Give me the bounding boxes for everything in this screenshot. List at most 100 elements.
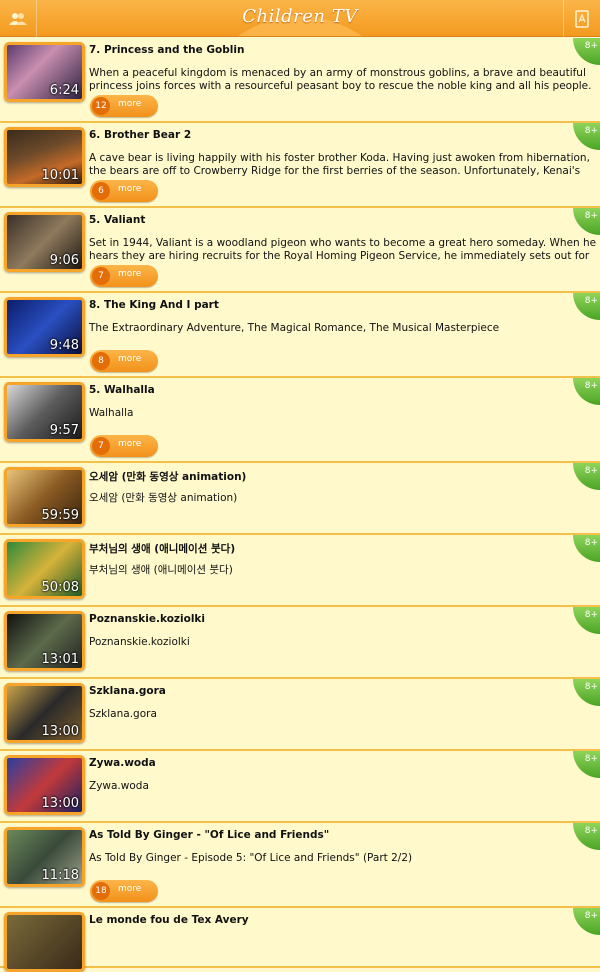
age-rating-badge: 8+ — [573, 378, 600, 405]
video-thumbnail[interactable]: 10:01 — [4, 127, 85, 187]
age-rating-text: 8+ — [584, 911, 598, 921]
age-rating-badge: 8+ — [573, 208, 600, 235]
video-description: A cave bear is living happily with his f… — [89, 152, 590, 177]
video-row[interactable]: 10:01 6. Brother Bear 2 A cave bear is liv… — [0, 123, 600, 208]
age-rating-badge: 8+ — [573, 751, 600, 778]
video-thumbnail[interactable]: 50:08 — [4, 539, 85, 599]
video-row[interactable]: 9:06 5. Valiant Set in 1944, Valiant is a … — [0, 208, 600, 293]
more-count-badge: 18 — [92, 882, 110, 900]
age-rating-text: 8+ — [584, 538, 598, 548]
video-title[interactable]: Zywa.woda — [89, 757, 570, 769]
video-description: As Told By Ginger - Episode 5: "Of Lice … — [89, 852, 413, 864]
more-button[interactable]: 6 more — [90, 180, 158, 202]
video-description: Set in 1944, Valiant is a woodland pigeo… — [89, 237, 597, 262]
video-title[interactable]: 7. Princess and the Goblin — [89, 44, 570, 56]
video-thumbnail[interactable]: 9:48 — [4, 297, 85, 357]
more-button[interactable]: 7 more — [90, 435, 158, 457]
age-rating-badge: 8+ — [573, 535, 600, 562]
video-title[interactable]: Le monde fou de Tex Avery — [89, 914, 570, 926]
video-duration: 10:01 — [41, 168, 79, 183]
video-row[interactable]: 13:01 Poznanskie.koziolki Poznanskie.kozio… — [0, 607, 600, 679]
video-duration: 9:48 — [49, 338, 79, 353]
more-button[interactable]: 8 more — [90, 350, 158, 372]
age-rating-badge: 8+ — [573, 679, 600, 706]
video-row[interactable]: 11:18 As Told By Ginger - "Of Lice and Fr… — [0, 823, 600, 908]
age-rating-text: 8+ — [584, 610, 598, 620]
age-rating-text: 8+ — [584, 41, 598, 51]
age-rating-text: 8+ — [584, 754, 598, 764]
video-row[interactable]: 6:24 7. Princess and the Goblin When a pea… — [0, 38, 600, 123]
book-icon — [575, 9, 589, 28]
video-thumbnail[interactable] — [4, 912, 85, 972]
age-rating-text: 8+ — [584, 466, 598, 476]
video-title[interactable]: Poznanskie.koziolki — [89, 613, 570, 625]
video-row[interactable]: 50:08 부처님의 생애 (애니메이션 붓다) 부처님의 생애 (애니메이션 붓다… — [0, 535, 600, 607]
video-thumbnail[interactable]: 9:06 — [4, 212, 85, 272]
video-title[interactable]: 5. Walhalla — [89, 384, 570, 396]
video-title[interactable]: As Told By Ginger - "Of Lice and Friends… — [89, 829, 570, 841]
video-row[interactable]: 13:00 Szklana.gora Szklana.gora 8+ — [0, 679, 600, 751]
age-rating-text: 8+ — [584, 296, 598, 306]
more-button[interactable]: 18 more — [90, 880, 158, 902]
more-label: more — [118, 184, 142, 194]
video-duration: 6:24 — [49, 83, 79, 98]
more-count-badge: 6 — [92, 182, 110, 200]
video-description: 오세암 (만화 동영상 animation) — [89, 492, 238, 504]
video-title[interactable]: Szklana.gora — [89, 685, 570, 697]
more-label: more — [118, 354, 142, 364]
video-duration: 13:00 — [41, 724, 79, 739]
age-rating-badge: 8+ — [573, 823, 600, 850]
video-title[interactable]: 오세암 (만화 동영상 animation) — [89, 469, 570, 484]
video-description: Szklana.gora — [89, 708, 157, 720]
more-count-badge: 8 — [92, 352, 110, 370]
video-description: Poznanskie.koziolki — [89, 636, 190, 648]
users-button[interactable] — [0, 0, 37, 37]
age-rating-badge: 8+ — [573, 38, 600, 65]
video-description: When a peaceful kingdom is menaced by an… — [89, 67, 592, 92]
more-count-badge: 7 — [92, 437, 110, 455]
more-label: more — [118, 269, 142, 279]
age-rating-text: 8+ — [584, 826, 598, 836]
age-rating-text: 8+ — [584, 126, 598, 136]
video-duration: 9:06 — [49, 253, 79, 268]
more-label: more — [118, 439, 142, 449]
more-count-badge: 12 — [92, 97, 110, 115]
age-rating-badge: 8+ — [573, 607, 600, 634]
video-description: The Extraordinary Adventure, The Magical… — [89, 322, 500, 334]
video-duration: 9:57 — [49, 423, 79, 438]
video-row[interactable]: Le monde fou de Tex Avery 8+ — [0, 908, 600, 972]
video-duration: 50:08 — [41, 580, 79, 595]
video-title[interactable]: 부처님의 생애 (애니메이션 붓다) — [89, 541, 570, 556]
age-rating-badge: 8+ — [573, 463, 600, 490]
video-row[interactable]: 9:48 8. The King And I part The Extraordin… — [0, 293, 600, 378]
video-row[interactable]: 59:59 오세암 (만화 동영상 animation) 오세암 (만화 동영상 a… — [0, 463, 600, 535]
video-thumbnail[interactable]: 13:01 — [4, 611, 85, 671]
more-button[interactable]: 7 more — [90, 265, 158, 287]
video-thumbnail[interactable]: 13:00 — [4, 755, 85, 815]
age-rating-badge: 8+ — [573, 123, 600, 150]
age-rating-text: 8+ — [584, 211, 598, 221]
video-thumbnail[interactable]: 9:57 — [4, 382, 85, 442]
video-description: 부처님의 생애 (애니메이션 붓다) — [89, 564, 233, 576]
video-duration: 13:01 — [41, 652, 79, 667]
age-rating-text: 8+ — [584, 682, 598, 692]
book-button[interactable] — [563, 0, 600, 37]
age-rating-badge: 8+ — [573, 908, 600, 935]
video-title[interactable]: 6. Brother Bear 2 — [89, 129, 570, 141]
video-thumbnail[interactable]: 59:59 — [4, 467, 85, 527]
video-row[interactable]: 13:00 Zywa.woda Zywa.woda 8+ — [0, 751, 600, 823]
video-thumbnail[interactable]: 11:18 — [4, 827, 85, 887]
app-header: Children TV — [0, 0, 600, 37]
video-duration: 59:59 — [41, 508, 79, 523]
video-thumbnail[interactable]: 13:00 — [4, 683, 85, 743]
video-thumbnail[interactable]: 6:24 — [4, 42, 85, 102]
more-count-badge: 7 — [92, 267, 110, 285]
video-title[interactable]: 8. The King And I part — [89, 299, 570, 311]
app-title: Children TV — [242, 6, 358, 27]
video-duration: 11:18 — [41, 868, 79, 883]
video-title[interactable]: 5. Valiant — [89, 214, 570, 226]
more-button[interactable]: 12 more — [90, 95, 158, 117]
video-duration: 13:00 — [41, 796, 79, 811]
video-row[interactable]: 9:57 5. Walhalla Walhalla 7 more 8+ — [0, 378, 600, 463]
more-label: more — [118, 99, 142, 109]
